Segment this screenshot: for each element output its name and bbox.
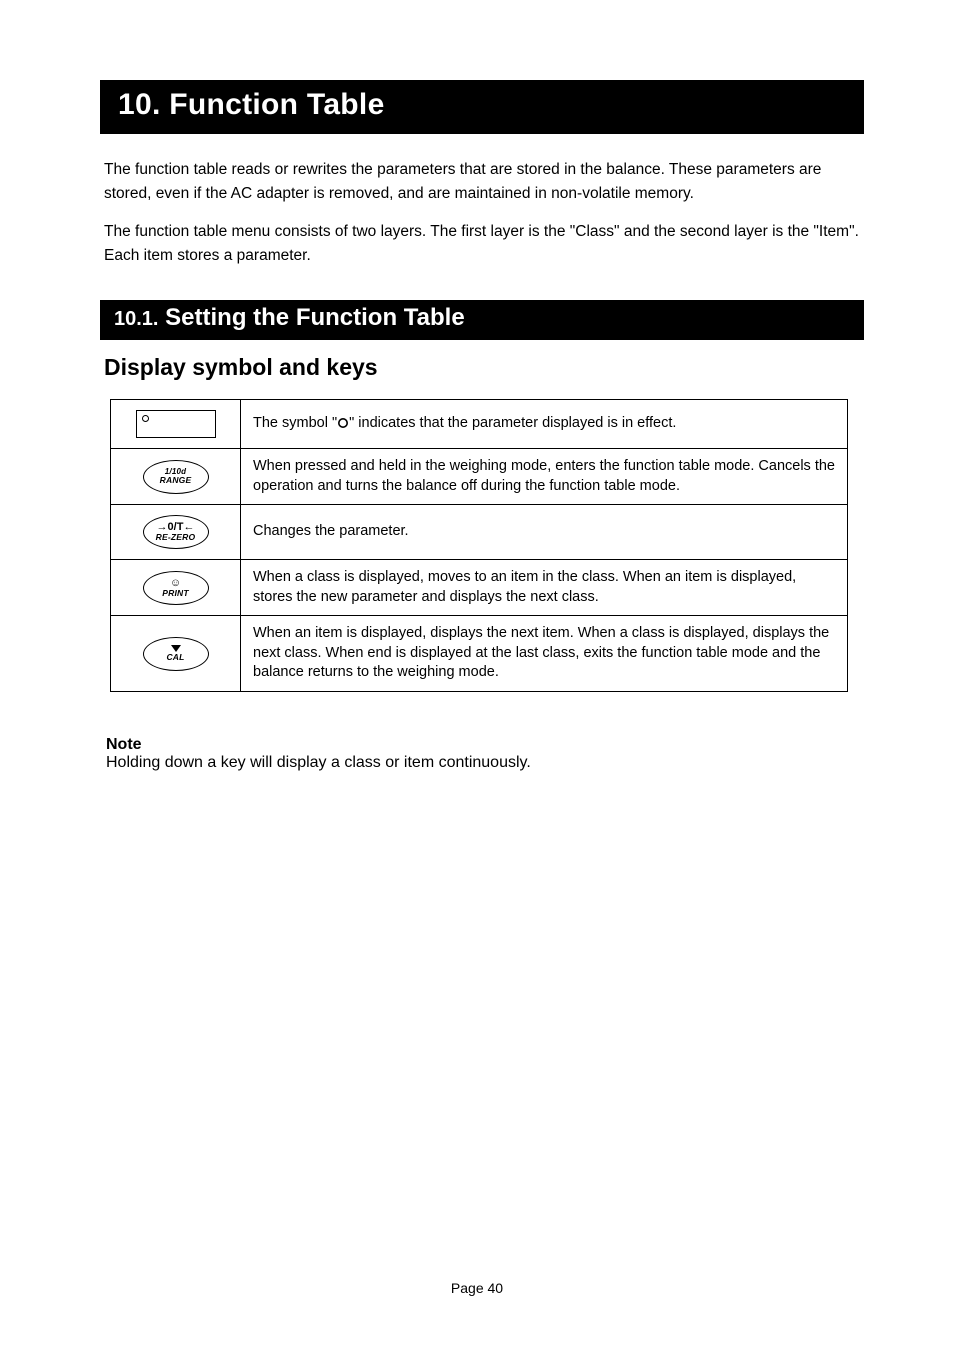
note-label: Note — [106, 736, 860, 754]
cal-key-icon: CAL — [143, 637, 209, 671]
page-footer: Page 40 — [0, 1280, 954, 1296]
section-title: Setting the Function Table — [165, 304, 465, 331]
rezero-key-desc: Changes the parameter. — [241, 505, 848, 560]
chapter-heading: 10. Function Table — [100, 80, 864, 134]
intro-paragraph-2: The function table menu consists of two … — [104, 220, 860, 268]
cal-key-desc: When an item is displayed, displays the … — [241, 616, 848, 692]
chapter-number: 10. — [118, 88, 161, 121]
display-symbol-desc: The symbol "" indicates that the paramet… — [241, 400, 848, 449]
display-symbol-cell — [111, 400, 241, 449]
table-row: 1/10d RANGE When pressed and held in the… — [111, 449, 848, 505]
table-row: CAL When an item is displayed, displays … — [111, 616, 848, 692]
symbol-keys-table: The symbol "" indicates that the paramet… — [110, 399, 848, 692]
print-key-icon: ☺ PRINT — [143, 571, 209, 605]
display-box-icon — [136, 410, 216, 438]
table-row: ☺ PRINT When a class is displayed, moves… — [111, 560, 848, 616]
table-row: →0/T← RE-ZERO Changes the parameter. — [111, 505, 848, 560]
range-key-desc: When pressed and held in the weighing mo… — [241, 449, 848, 505]
triangle-down-icon — [171, 645, 181, 652]
chapter-intro: The function table reads or rewrites the… — [100, 134, 864, 292]
rezero-key-icon: →0/T← RE-ZERO — [143, 515, 209, 549]
chapter-title: Function Table — [169, 88, 384, 121]
intro-paragraph-1: The function table reads or rewrites the… — [104, 158, 860, 206]
section-number: 10.1. — [114, 308, 158, 330]
range-key-icon: 1/10d RANGE — [143, 460, 209, 494]
note-block: Note Holding down a key will display a c… — [100, 692, 864, 772]
note-text: Holding down a key will display a class … — [106, 754, 860, 772]
table-row: The symbol "" indicates that the paramet… — [111, 400, 848, 449]
section-heading: 10.1. Setting the Function Table — [100, 300, 864, 340]
print-key-desc: When a class is displayed, moves to an i… — [241, 560, 848, 616]
subheading: Display symbol and keys — [100, 340, 864, 393]
